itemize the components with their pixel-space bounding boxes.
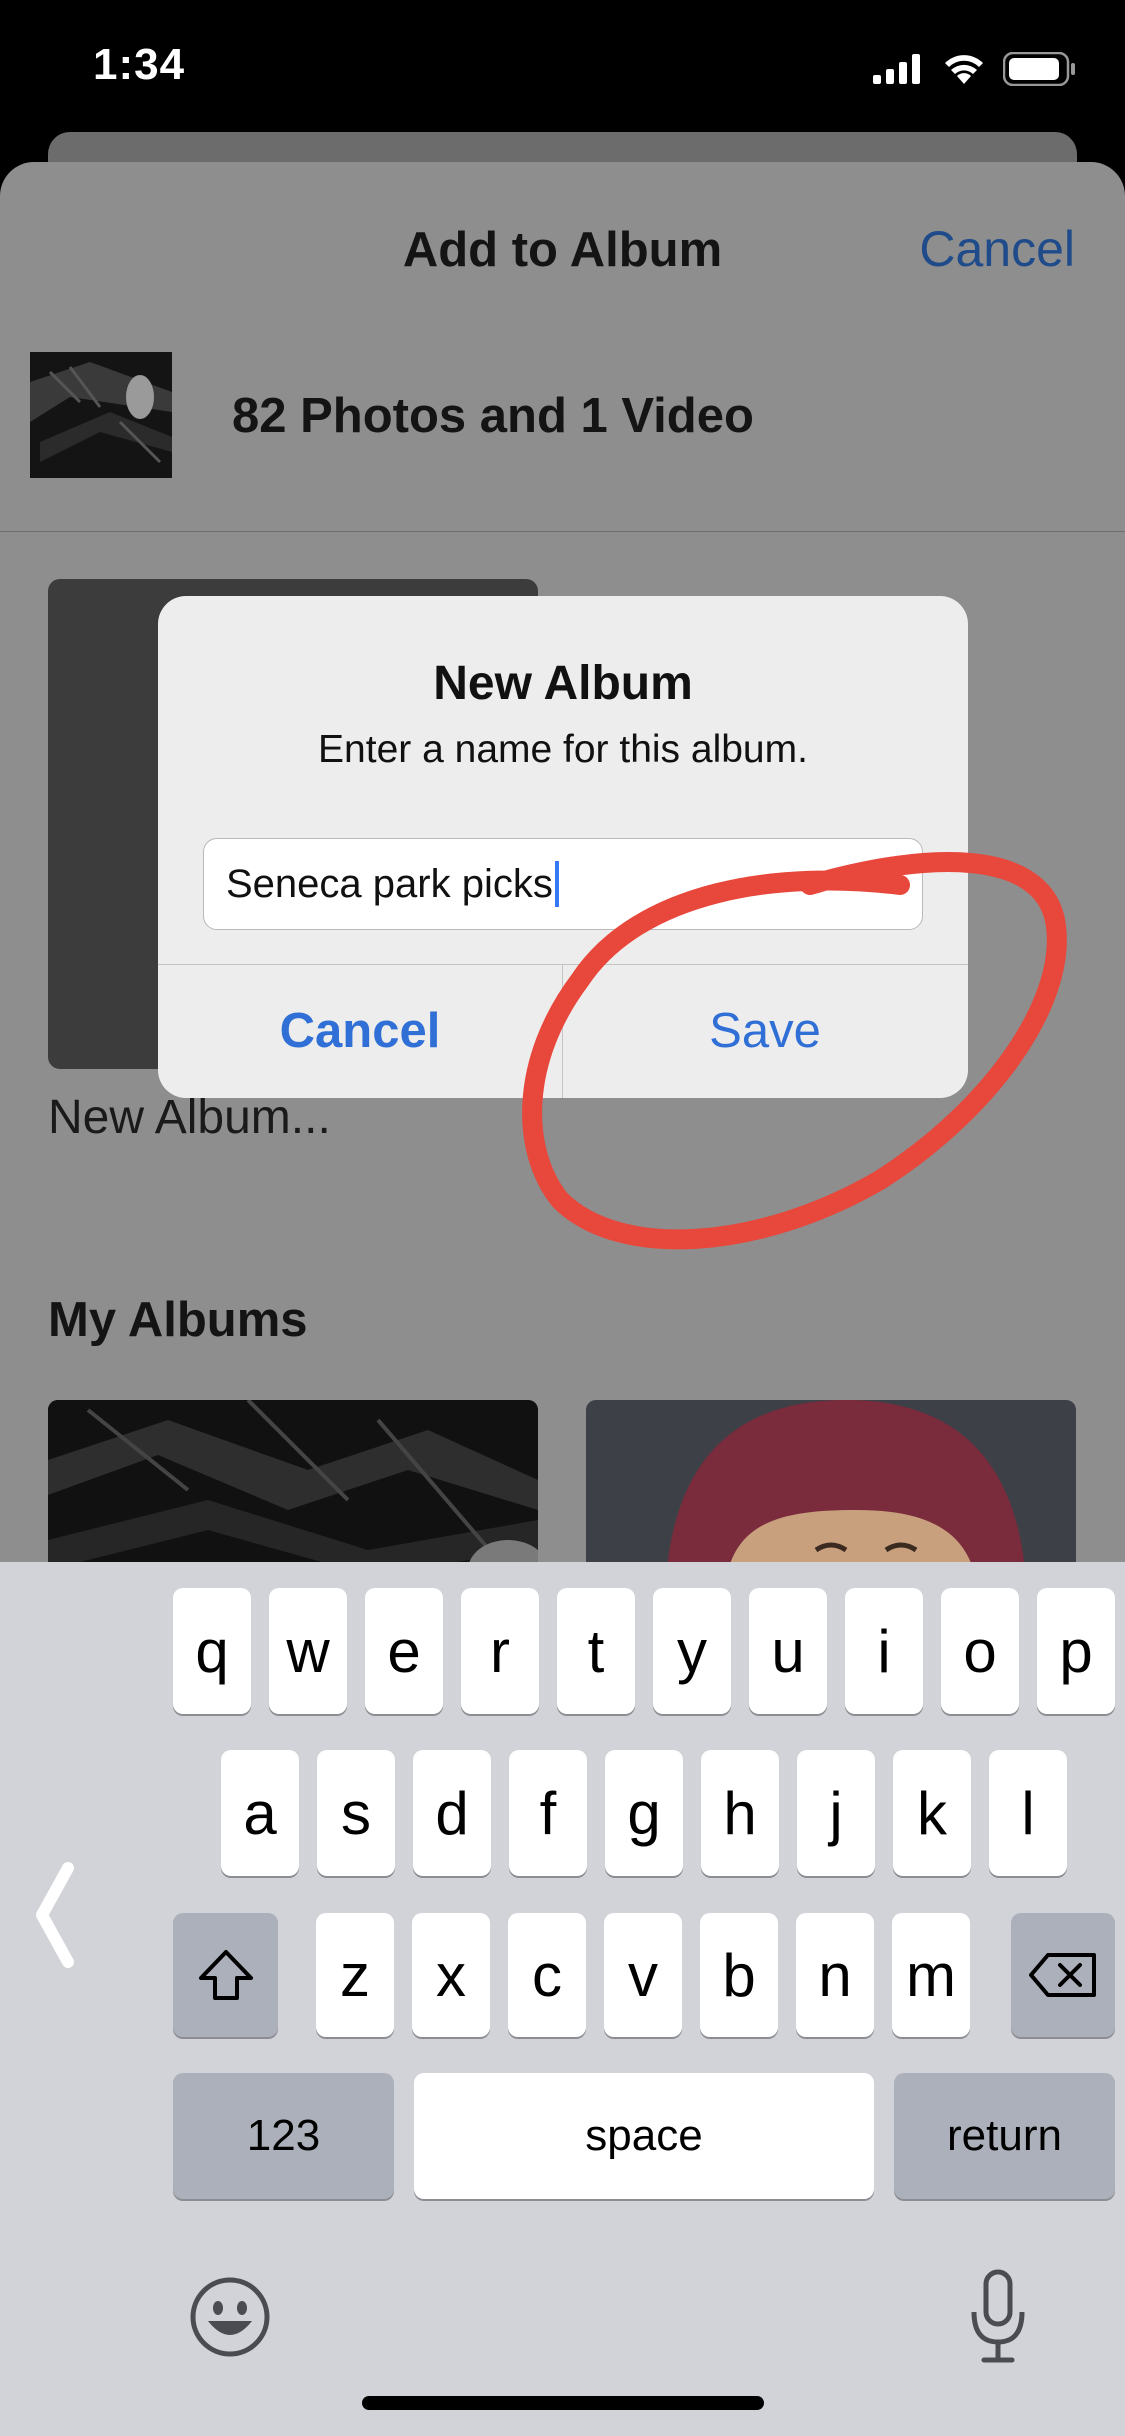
- key-p[interactable]: p: [1037, 1588, 1115, 1714]
- numbers-key[interactable]: 123: [173, 2073, 394, 2199]
- status-time: 1:34: [93, 40, 186, 89]
- key-n[interactable]: n: [796, 1913, 874, 2037]
- key-y[interactable]: y: [653, 1588, 731, 1714]
- album-name-value: Seneca park picks: [226, 862, 553, 906]
- header-divider: [0, 531, 1125, 532]
- selection-summary: 82 Photos and 1 Video: [0, 352, 1125, 532]
- key-z[interactable]: z: [316, 1913, 394, 2037]
- sheet-cancel-button[interactable]: Cancel: [919, 220, 1075, 278]
- return-key[interactable]: return: [894, 2073, 1115, 2199]
- home-indicator: [362, 2396, 764, 2410]
- key-s[interactable]: s: [317, 1750, 395, 1876]
- key-b[interactable]: b: [700, 1913, 778, 2037]
- emoji-icon[interactable]: [188, 2275, 272, 2364]
- key-l[interactable]: l: [989, 1750, 1067, 1876]
- album-thumbnail[interactable]: [48, 1400, 538, 1580]
- key-x[interactable]: x: [412, 1913, 490, 2037]
- my-albums-heading: My Albums: [48, 1293, 308, 1347]
- album-name-input[interactable]: Seneca park picks: [203, 838, 923, 930]
- shift-icon: [198, 1950, 253, 2000]
- delete-key[interactable]: [1011, 1913, 1115, 2037]
- key-d[interactable]: d: [413, 1750, 491, 1876]
- key-f[interactable]: f: [509, 1750, 587, 1876]
- new-album-label[interactable]: New Album...: [48, 1090, 331, 1145]
- delete-icon: [1029, 1953, 1096, 1997]
- key-e[interactable]: e: [365, 1588, 443, 1714]
- microphone-icon[interactable]: [966, 2268, 1030, 2369]
- key-i[interactable]: i: [845, 1588, 923, 1714]
- alert-message: Enter a name for this album.: [318, 728, 808, 771]
- battery-icon: [1003, 52, 1075, 86]
- new-album-alert: New Album Enter a name for this album. S…: [158, 596, 968, 1098]
- key-c[interactable]: c: [508, 1913, 586, 2037]
- key-h[interactable]: h: [701, 1750, 779, 1876]
- key-q[interactable]: q: [173, 1588, 251, 1714]
- signal-icon: [873, 54, 920, 84]
- keyboard-back-chevron-icon[interactable]: [30, 1860, 80, 1975]
- album-thumbnail[interactable]: [586, 1400, 1076, 1580]
- space-key[interactable]: space: [414, 2073, 874, 2199]
- selection-count: 82 Photos and 1 Video: [232, 389, 754, 443]
- wifi-icon: [945, 55, 983, 84]
- key-w[interactable]: w: [269, 1588, 347, 1714]
- alert-title: New Album: [433, 657, 693, 710]
- key-j[interactable]: j: [797, 1750, 875, 1876]
- status-icons: [873, 52, 1077, 86]
- shift-key[interactable]: [173, 1913, 278, 2037]
- selection-thumbnail: [30, 352, 172, 478]
- key-m[interactable]: m: [892, 1913, 970, 2037]
- key-g[interactable]: g: [605, 1750, 683, 1876]
- alert-save-button[interactable]: Save: [563, 964, 967, 1098]
- status-bar: 1:34: [0, 0, 1125, 150]
- text-caret: [554, 861, 559, 907]
- key-a[interactable]: a: [221, 1750, 299, 1876]
- key-u[interactable]: u: [749, 1588, 827, 1714]
- key-v[interactable]: v: [604, 1913, 682, 2037]
- key-k[interactable]: k: [893, 1750, 971, 1876]
- key-r[interactable]: r: [461, 1588, 539, 1714]
- alert-cancel-button[interactable]: Cancel: [158, 964, 562, 1098]
- key-o[interactable]: o: [941, 1588, 1019, 1714]
- key-t[interactable]: t: [557, 1588, 635, 1714]
